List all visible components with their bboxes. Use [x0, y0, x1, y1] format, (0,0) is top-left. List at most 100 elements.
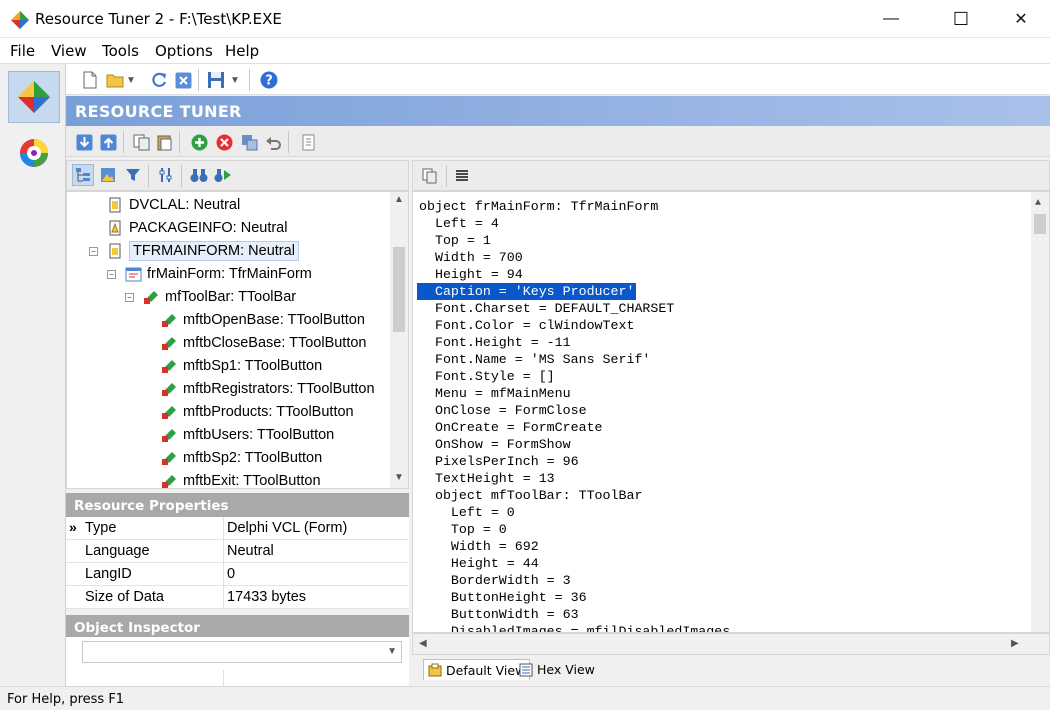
collapse-icon[interactable]: − — [107, 270, 116, 279]
tree-node[interactable]: mftbOpenBase: TToolButton — [160, 309, 365, 331]
tree-node[interactable]: mftbProducts: TToolButton — [160, 401, 354, 423]
form-source-view[interactable]: object frMainForm: TfrMainForm Left = 4 … — [412, 191, 1050, 633]
undo-button[interactable] — [262, 131, 284, 153]
save-button[interactable] — [205, 69, 227, 91]
save-disk-icon — [208, 72, 224, 88]
code-line: Top = 0 — [419, 522, 507, 537]
property-key: Language — [85, 543, 150, 559]
menu-tools[interactable]: Tools — [102, 42, 139, 60]
tree-node[interactable]: mftbSp1: TToolButton — [160, 355, 322, 377]
tree-node-label: mftbSp2: TToolButton — [183, 450, 323, 466]
tree-view-button[interactable] — [72, 164, 94, 186]
tree-node[interactable]: mftbUsers: TToolButton — [160, 424, 334, 446]
code-line: Font.Height = -11 — [419, 335, 571, 350]
toolbar-separator — [249, 69, 250, 91]
help-button[interactable]: ? — [258, 69, 280, 91]
import-button[interactable] — [73, 131, 95, 153]
copy-resource-button[interactable] — [130, 131, 152, 153]
property-value: 17433 bytes — [227, 589, 307, 605]
svg-text:?: ? — [265, 74, 273, 89]
menu-options[interactable]: Options — [155, 42, 213, 60]
tree-node[interactable]: mftbRegistrators: TToolButton — [160, 378, 375, 400]
delete-resource-button[interactable] — [213, 131, 235, 153]
right-pane: object frMainForm: TfrMainForm Left = 4 … — [412, 160, 1050, 686]
tree-node[interactable]: PACKAGEINFO: Neutral — [106, 217, 287, 239]
filter-button[interactable] — [122, 164, 144, 186]
tab-hex-view[interactable]: Hex View — [515, 659, 599, 680]
tree-node[interactable]: mftbSp2: TToolButton — [160, 447, 322, 469]
object-inspector-header: Object Inspector — [66, 615, 409, 639]
tree-node-label: mftbRegistrators: TToolButton — [183, 381, 375, 397]
open-dropdown-button[interactable]: ▼ — [124, 69, 138, 91]
property-row[interactable]: Size of Data 17433 bytes — [66, 586, 409, 609]
tree-node[interactable]: mftbCloseBase: TToolButton — [160, 332, 367, 354]
component-icon — [142, 288, 160, 306]
scroll-up-icon[interactable]: ▲ — [1035, 198, 1041, 209]
property-row[interactable]: Language Neutral — [66, 540, 409, 563]
tree-node[interactable]: frMainForm: TfrMainForm — [124, 263, 312, 285]
tree-node[interactable]: mftbExit: TToolButton — [160, 470, 321, 488]
maximize-button[interactable]: ☐ — [938, 0, 984, 38]
close-file-icon — [175, 72, 191, 88]
image-view-button[interactable] — [97, 164, 119, 186]
export-button[interactable] — [97, 131, 119, 153]
tree-vertical-scrollbar[interactable]: ▲ ▼ — [390, 192, 408, 488]
tree-node-label: mfToolBar: TToolBar — [165, 289, 297, 305]
collapse-icon[interactable]: − — [89, 247, 98, 256]
delete-icon — [216, 134, 232, 150]
tree-node[interactable]: mfToolBar: TToolBar — [142, 286, 296, 308]
code-horizontal-scrollbar[interactable]: ◀ ▶ — [412, 633, 1050, 655]
component-icon — [160, 311, 178, 329]
title-bar: Resource Tuner 2 - F:\Test\KP.EXE — ☐ ✕ — [0, 0, 1050, 38]
scrollbar-thumb[interactable] — [1034, 214, 1046, 234]
property-row[interactable]: LangID 0 — [66, 563, 409, 586]
paste-icon — [157, 135, 171, 150]
color-tool-mode-button[interactable] — [8, 127, 60, 179]
scroll-left-icon[interactable]: ◀ — [419, 638, 427, 649]
arrow-up-icon — [100, 134, 116, 150]
code-line: object frMainForm: TfrMainForm — [419, 199, 659, 214]
minimize-button[interactable]: — — [868, 0, 914, 38]
code-line: Height = 44 — [419, 556, 539, 571]
chevron-down-icon: ▼ — [387, 646, 397, 657]
open-file-button[interactable] — [104, 69, 126, 91]
scroll-up-icon[interactable]: ▲ — [394, 194, 404, 205]
find-next-button[interactable] — [212, 164, 234, 186]
scroll-right-icon[interactable]: ▶ — [1011, 638, 1019, 649]
menu-file[interactable]: File — [10, 42, 35, 60]
collapse-icon[interactable]: − — [125, 293, 134, 302]
banner-title: RESOURCE TUNER — [75, 102, 242, 121]
code-vertical-scrollbar[interactable]: ▲ — [1031, 192, 1049, 632]
word-wrap-button[interactable] — [451, 165, 473, 187]
scroll-down-icon[interactable]: ▼ — [394, 472, 404, 483]
find-button[interactable] — [188, 164, 210, 186]
toolbar-separator — [123, 131, 124, 153]
copy-text-button[interactable] — [419, 165, 441, 187]
property-row[interactable]: Type Delphi VCL (Form) — [66, 517, 409, 540]
close-button[interactable]: ✕ — [998, 0, 1044, 38]
resource-tuner-mode-button[interactable] — [8, 71, 60, 123]
close-file-button[interactable] — [172, 69, 194, 91]
new-file-button[interactable] — [79, 69, 101, 91]
save-dropdown-button[interactable]: ▼ — [228, 69, 242, 91]
settings-button[interactable] — [155, 164, 177, 186]
tree-node-label: mftbOpenBase: TToolButton — [183, 312, 365, 328]
property-value: 0 — [227, 566, 236, 582]
reload-button[interactable] — [148, 69, 170, 91]
rename-resource-button[interactable] — [238, 131, 260, 153]
menu-view[interactable]: View — [51, 42, 87, 60]
tree-node[interactable]: DVCLAL: Neutral — [106, 194, 240, 216]
menu-help[interactable]: Help — [225, 42, 259, 60]
code-line: Font.Name = 'MS Sans Serif' — [419, 352, 651, 367]
resource-info-button[interactable] — [297, 131, 319, 153]
object-selector-combo[interactable]: ▼ — [82, 641, 402, 663]
paste-resource-button[interactable] — [153, 131, 175, 153]
left-rail — [0, 64, 66, 686]
add-resource-button[interactable] — [188, 131, 210, 153]
find-next-icon — [214, 169, 231, 182]
code-line: Height = 94 — [419, 267, 523, 282]
tree-node-selected[interactable]: TFRMAINFORM: Neutral — [106, 240, 299, 262]
scrollbar-thumb[interactable] — [393, 247, 405, 332]
document-info-icon — [302, 134, 314, 150]
tree-node-label: DVCLAL: Neutral — [129, 197, 241, 213]
